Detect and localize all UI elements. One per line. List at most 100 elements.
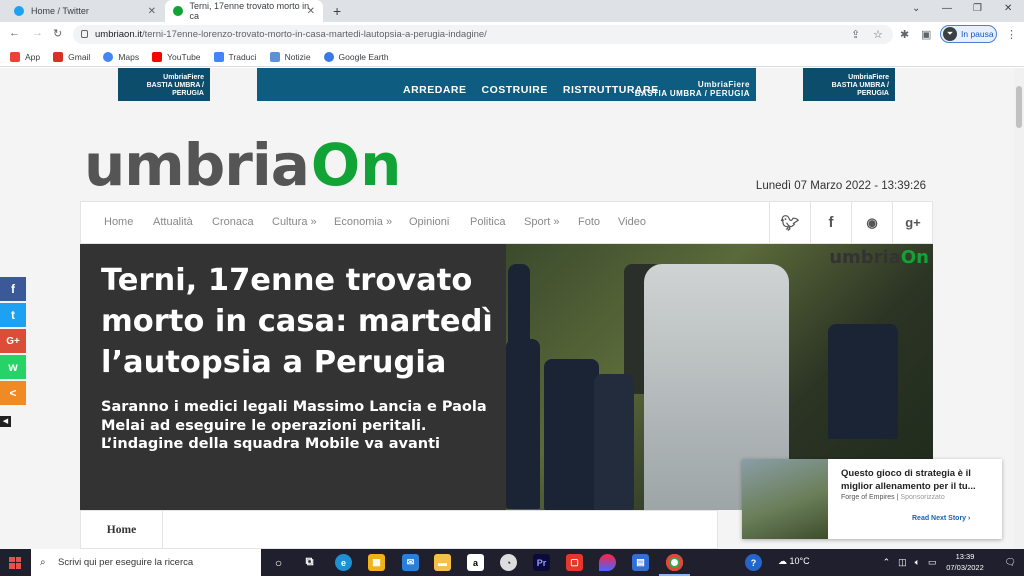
side-panel-icon[interactable]: ▣	[921, 28, 931, 41]
photo-figure	[544, 359, 599, 510]
bookmark-news[interactable]: Notizie	[269, 51, 311, 62]
bookmark-label: App	[25, 51, 41, 62]
notes-icon[interactable]: ▤	[632, 554, 649, 571]
tab-umbriaon[interactable]: Terni, 17enne trovato morto in ca ✕	[165, 0, 323, 22]
google-plus-icon[interactable]: g+	[892, 202, 933, 243]
nav-cronaca[interactable]: Cronaca	[212, 216, 254, 228]
sponsored-promo[interactable]: Questo gioco di strategia è il miglior a…	[742, 459, 1002, 539]
premiere-icon[interactable]: Pr	[533, 554, 550, 571]
ad-banner-right[interactable]: UmbriaFiere BASTIA UMBRA / PERUGIA	[803, 68, 895, 101]
file-explorer-icon[interactable]: ▬	[434, 554, 451, 571]
article-title[interactable]: Terni, 17enne trovato morto in casa: mar…	[101, 260, 496, 383]
forward-button[interactable]: →	[32, 27, 43, 39]
minimize-button[interactable]: —	[942, 3, 952, 14]
bookmark-apps[interactable]: App	[10, 51, 41, 62]
subnav-home[interactable]: Home	[81, 511, 163, 549]
tab-title: Terni, 17enne trovato morto in ca	[189, 1, 310, 21]
site-logo[interactable]: umbria On	[84, 130, 401, 200]
back-button[interactable]: ←	[9, 27, 20, 39]
tab-twitter[interactable]: Home / Twitter ✕	[6, 0, 164, 22]
language-icon[interactable]: ▭	[928, 557, 937, 568]
edge-icon[interactable]: e	[335, 554, 352, 571]
bookmark-maps[interactable]: Maps	[103, 51, 139, 62]
menu-kebab-icon[interactable]: ⋮	[1006, 28, 1017, 41]
cortana-icon[interactable]: ○	[270, 554, 287, 571]
profile-status: In pausa	[961, 29, 994, 39]
google-plus-icon[interactable]: G+	[0, 329, 26, 353]
new-tab-button[interactable]: +	[333, 3, 341, 19]
lock-icon	[81, 30, 88, 38]
weather-widget[interactable]: ☁︎ 10°C	[778, 556, 810, 567]
nav-home[interactable]: Home	[104, 216, 133, 228]
extensions-icon[interactable]: ✱	[900, 28, 909, 41]
nav-sport[interactable]: Sport »	[524, 216, 559, 228]
bookmark-youtube[interactable]: YouTube	[152, 51, 201, 62]
twitter-icon[interactable]: t	[0, 303, 26, 327]
nav-politica[interactable]: Politica	[470, 216, 505, 228]
help-icon[interactable]: ?	[745, 554, 762, 571]
ad-banner-center[interactable]: ARREDARE COSTRUIRE RISTRUTTURARE UmbriaF…	[257, 68, 756, 101]
ad-banner-left[interactable]: UmbriaFiere BASTIA UMBRA / PERUGIA	[118, 68, 210, 101]
notification-icon[interactable]: 🗨︎	[1005, 557, 1016, 568]
twitter-icon[interactable]: 🐦︎	[769, 202, 810, 243]
promo-title[interactable]: Questo gioco di strategia è il miglior a…	[841, 467, 993, 493]
store-icon[interactable]: ▦	[368, 554, 385, 571]
clock-date: 07/03/2022	[946, 563, 984, 572]
rss-icon[interactable]: ◉	[851, 202, 892, 243]
nav-foto[interactable]: Foto	[578, 216, 600, 228]
article-subtitle: Saranno i medici legali Massimo Lancia e…	[101, 399, 487, 452]
bookmark-star-icon[interactable]: ☆	[873, 28, 883, 41]
promo-read-next[interactable]: Read Next Story ›	[912, 515, 970, 522]
hide-sharebar-icon[interactable]: ◀	[0, 416, 11, 427]
profile-avatar-icon: ⏷	[943, 27, 957, 41]
app-icon[interactable]	[599, 554, 616, 571]
ad-brand-name: UmbriaFiere	[848, 74, 889, 81]
close-icon[interactable]: ✕	[307, 6, 315, 17]
share-icon[interactable]: ⇪	[851, 28, 860, 41]
nav-attualita[interactable]: Attualità	[153, 216, 193, 228]
office-icon[interactable]: ▢	[566, 554, 583, 571]
facebook-icon[interactable]: f	[0, 277, 26, 301]
secondary-nav: Home	[80, 510, 718, 549]
bookmark-gmail[interactable]: Gmail	[53, 51, 90, 62]
network-icon[interactable]: ◫	[898, 557, 907, 568]
tab-search-icon[interactable]: ⌄	[912, 3, 920, 14]
windows-icon	[9, 556, 21, 569]
google-icon	[103, 51, 114, 62]
close-window-button[interactable]: ✕	[1004, 3, 1012, 14]
nav-opinioni[interactable]: Opinioni	[409, 216, 449, 228]
scrollbar-thumb[interactable]	[1016, 86, 1022, 128]
photo-figure	[506, 339, 540, 509]
translate-icon	[213, 51, 224, 62]
address-bar[interactable]: umbriaon.it/terni-17enne-lorenzo-trovato…	[73, 25, 893, 44]
hero-text-panel: Terni, 17enne trovato morto in casa: mar…	[80, 244, 506, 510]
ad-brand-name: UmbriaFiere	[163, 74, 204, 81]
volume-icon[interactable]: 🔈︎	[915, 557, 920, 568]
bookmark-earth[interactable]: Google Earth	[323, 51, 389, 62]
maximize-button[interactable]: ❐	[973, 3, 982, 14]
nav-economia[interactable]: Economia »	[334, 216, 392, 228]
mail-icon[interactable]: ✉	[402, 554, 419, 571]
promo-source-name: Forge of Empires	[841, 494, 895, 501]
taskbar-search[interactable]: ⌕ Scrivi qui per eseguire la ricerca	[31, 549, 261, 576]
taskbar-clock[interactable]: 13:39 07/03/2022	[940, 551, 990, 573]
chrome-icon[interactable]	[666, 554, 683, 571]
share-icon[interactable]: <	[0, 381, 26, 405]
ad-brand-sub: BASTIA UMBRA / PERUGIA	[831, 82, 889, 97]
bookmark-translate[interactable]: Traduci	[213, 51, 257, 62]
nav-video[interactable]: Video	[618, 216, 646, 228]
reload-button[interactable]: ↻	[53, 27, 62, 40]
amazon-icon[interactable]: a	[467, 554, 484, 571]
scrollbar[interactable]	[1014, 68, 1024, 549]
profile-button[interactable]: ⏷ In pausa	[940, 25, 997, 43]
whatsapp-icon[interactable]: w	[0, 355, 26, 379]
current-datetime: Lunedì 07 Marzo 2022 - 13:39:26	[755, 180, 926, 192]
facebook-icon[interactable]: f	[810, 202, 851, 243]
close-icon[interactable]: ✕	[148, 6, 156, 17]
task-view-icon[interactable]: ⧉	[301, 554, 318, 571]
start-button[interactable]	[0, 549, 30, 576]
nav-cultura[interactable]: Cultura »	[272, 216, 317, 228]
tray-overflow-icon[interactable]: ⌃	[883, 557, 891, 568]
app-icon[interactable]: ◔	[500, 554, 517, 571]
photo-figure	[594, 374, 634, 510]
